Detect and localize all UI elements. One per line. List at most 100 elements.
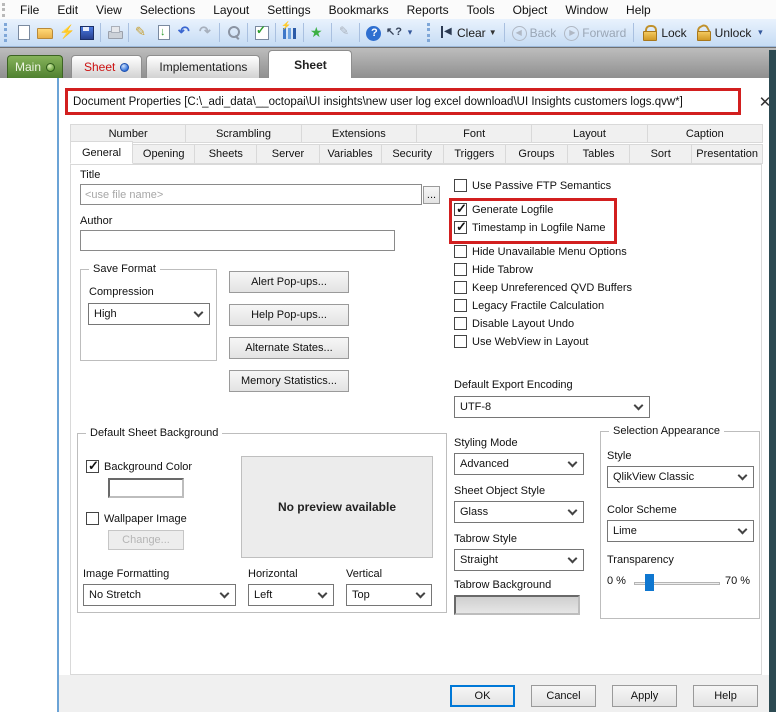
tab-opening[interactable]: Opening [132, 144, 195, 164]
unlock-button[interactable]: Unlock [691, 22, 756, 44]
toolbar-overflow-icon[interactable]: ▾ [755, 27, 765, 38]
apply-button[interactable]: Apply [612, 685, 677, 707]
open-button[interactable] [34, 22, 55, 44]
compression-select[interactable]: High [88, 303, 210, 325]
checkbox-box[interactable] [454, 203, 467, 216]
tab-scrambling[interactable]: Scrambling [185, 124, 301, 143]
menu-reports[interactable]: Reports [398, 0, 458, 19]
new-document-button[interactable] [13, 22, 34, 44]
lock-button[interactable]: Lock [637, 22, 690, 44]
checkbox-box[interactable] [454, 281, 467, 294]
checkbox-webview-layout[interactable]: Use WebView in Layout [454, 335, 588, 348]
menu-bookmarks[interactable]: Bookmarks [320, 0, 398, 19]
sheet-tab-sheet-active[interactable]: Sheet [268, 50, 352, 78]
checkbox-hide-unavailable-menu[interactable]: Hide Unavailable Menu Options [454, 245, 627, 258]
reload-button[interactable] [55, 22, 76, 44]
reload-document-button[interactable] [153, 22, 174, 44]
checkbox-hide-tabrow[interactable]: Hide Tabrow [454, 263, 533, 276]
checkbox-generate-logfile[interactable]: Generate Logfile [454, 203, 553, 216]
menu-edit[interactable]: Edit [48, 0, 87, 19]
alternate-states-button[interactable]: Alternate States... [229, 337, 349, 359]
checkbox-box[interactable] [454, 317, 467, 330]
tab-variables[interactable]: Variables [319, 144, 382, 164]
sheet-object-style-select[interactable]: Glass [454, 501, 584, 523]
menu-view[interactable]: View [87, 0, 131, 19]
notes-button[interactable] [335, 22, 356, 44]
clear-dropdown-icon[interactable]: ▼ [489, 28, 497, 37]
menu-file[interactable]: File [11, 0, 48, 19]
image-formatting-select[interactable]: No Stretch [83, 584, 236, 606]
background-color-checkbox[interactable]: Background Color [86, 460, 192, 473]
background-color-swatch[interactable] [108, 478, 184, 498]
author-field[interactable] [80, 230, 395, 251]
tab-presentation[interactable]: Presentation [691, 144, 763, 164]
checkbox-box[interactable] [86, 460, 99, 473]
wallpaper-image-checkbox[interactable]: Wallpaper Image [86, 512, 187, 525]
sheet-tab-main[interactable]: Main [7, 55, 63, 78]
clear-button[interactable]: Clear ▼ [436, 22, 501, 44]
alert-popups-button[interactable]: Alert Pop-ups... [229, 271, 349, 293]
sheet-tab-sheet1[interactable]: Sheet [71, 55, 142, 78]
menu-object[interactable]: Object [504, 0, 557, 19]
menu-selections[interactable]: Selections [131, 0, 204, 19]
forward-button[interactable]: Forward [560, 22, 630, 44]
title-input[interactable] [80, 184, 422, 205]
tab-server[interactable]: Server [256, 144, 319, 164]
print-button[interactable] [104, 22, 125, 44]
transparency-slider-handle[interactable] [645, 574, 654, 591]
menu-help[interactable]: Help [617, 0, 660, 19]
add-bookmark-button[interactable] [307, 22, 328, 44]
undo-button[interactable] [174, 22, 195, 44]
change-button[interactable]: Change... [108, 530, 184, 550]
tab-groups[interactable]: Groups [505, 144, 568, 164]
search-button[interactable] [223, 22, 244, 44]
memory-statistics-button[interactable]: Memory Statistics... [229, 370, 349, 392]
ok-button[interactable]: OK [450, 685, 515, 707]
edit-script-button[interactable] [132, 22, 153, 44]
sheet-tab-implementations[interactable]: Implementations [146, 55, 260, 78]
tabrow-style-select[interactable]: Straight [454, 549, 584, 571]
tab-triggers[interactable]: Triggers [443, 144, 506, 164]
help-dialog-button[interactable]: Help [693, 685, 758, 707]
checkbox-legacy-fractile[interactable]: Legacy Fractile Calculation [454, 299, 604, 312]
checkbox-use-passive-ftp[interactable]: Use Passive FTP Semantics [454, 179, 611, 192]
tab-font[interactable]: Font [416, 124, 532, 143]
quick-chart-button[interactable] [279, 22, 300, 44]
toolbar-overflow-icon[interactable]: ▾ [405, 27, 415, 38]
checkbox-keep-qvd-buffers[interactable]: Keep Unreferenced QVD Buffers [454, 281, 632, 294]
tab-layout[interactable]: Layout [531, 124, 647, 143]
checkbox-box[interactable] [454, 245, 467, 258]
tab-tables[interactable]: Tables [567, 144, 630, 164]
help-popups-button[interactable]: Help Pop-ups... [229, 304, 349, 326]
tab-extensions[interactable]: Extensions [301, 124, 417, 143]
cancel-button[interactable]: Cancel [531, 685, 596, 707]
export-encoding-select[interactable]: UTF-8 [454, 396, 650, 418]
current-selections-button[interactable] [251, 22, 272, 44]
styling-mode-select[interactable]: Advanced [454, 453, 584, 475]
checkbox-timestamp-logfile[interactable]: Timestamp in Logfile Name [454, 221, 605, 234]
horizontal-select[interactable]: Left [248, 584, 334, 606]
whats-this-button[interactable] [384, 22, 405, 44]
checkbox-disable-layout-undo[interactable]: Disable Layout Undo [454, 317, 574, 330]
checkbox-box[interactable] [454, 179, 467, 192]
tab-sheets[interactable]: Sheets [194, 144, 257, 164]
checkbox-box[interactable] [454, 335, 467, 348]
back-button[interactable]: Back [508, 22, 561, 44]
menu-layout[interactable]: Layout [204, 0, 258, 19]
tab-security[interactable]: Security [381, 144, 444, 164]
tab-sort[interactable]: Sort [629, 144, 692, 164]
menu-tools[interactable]: Tools [458, 0, 504, 19]
redo-button[interactable] [195, 22, 216, 44]
color-scheme-select[interactable]: Lime [607, 520, 754, 542]
tabrow-background-swatch[interactable] [454, 595, 580, 615]
vertical-select[interactable]: Top [346, 584, 432, 606]
save-button[interactable] [76, 22, 97, 44]
checkbox-box[interactable] [454, 263, 467, 276]
browse-button[interactable]: ... [423, 186, 440, 204]
menu-window[interactable]: Window [556, 0, 617, 19]
tab-general[interactable]: General [70, 141, 133, 164]
help-button[interactable] [363, 22, 384, 44]
style-select[interactable]: QlikView Classic [607, 466, 754, 488]
checkbox-box[interactable] [454, 221, 467, 234]
checkbox-box[interactable] [454, 299, 467, 312]
